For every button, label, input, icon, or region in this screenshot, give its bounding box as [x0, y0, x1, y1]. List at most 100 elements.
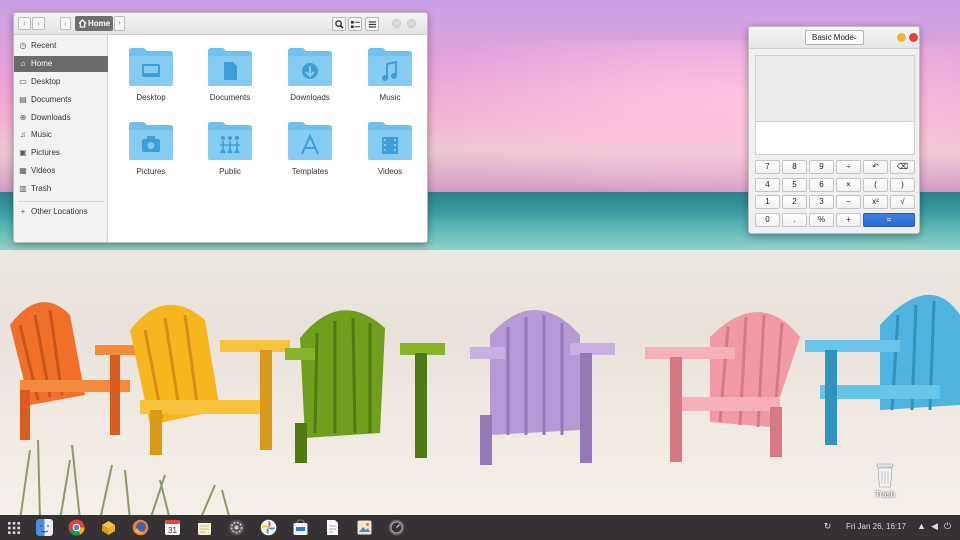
system-monitor-icon[interactable]: [388, 519, 405, 536]
breadcrumb-home-label: Home: [88, 19, 111, 28]
key-7[interactable]: 7: [755, 160, 780, 174]
folder-label: Documents: [209, 93, 251, 102]
key-equals[interactable]: =: [863, 213, 915, 227]
close-button[interactable]: [407, 19, 416, 28]
key-3[interactable]: 3: [809, 195, 834, 209]
sidebar-item-desktop[interactable]: ▭ Desktop: [14, 74, 108, 90]
pink-chair: [645, 312, 800, 462]
finder-icon[interactable]: [36, 519, 53, 536]
text-editor-icon[interactable]: [324, 519, 341, 536]
folder-label: Pictures: [136, 167, 166, 176]
desktop-trash-label: Trash: [874, 490, 896, 499]
calendar-icon[interactable]: 31: [164, 519, 181, 536]
folder-downloads[interactable]: Downloads: [274, 47, 346, 113]
network-icon[interactable]: ▲: [916, 521, 927, 532]
key-undo[interactable]: ↶: [863, 160, 888, 174]
sidebar-item-home[interactable]: ⌂ Home: [14, 56, 108, 72]
volume-icon[interactable]: ◀: [929, 521, 940, 532]
refresh-icon[interactable]: ↻: [822, 521, 833, 532]
chevron-down-icon: ⌄: [852, 34, 858, 41]
key-4[interactable]: 4: [755, 178, 780, 192]
search-button[interactable]: [332, 17, 346, 31]
minimize-button[interactable]: [392, 19, 401, 28]
file-manager-headerbar: ‹ › ‹ Home ›: [14, 13, 427, 35]
key-close-paren[interactable]: ): [890, 178, 915, 192]
key-sqrt[interactable]: √: [890, 195, 915, 209]
back-button[interactable]: ‹: [18, 17, 31, 30]
sidebar-item-music[interactable]: ♫ Music: [14, 127, 108, 143]
clock[interactable]: Fri Jan 26, 16:17: [846, 522, 906, 531]
key-add[interactable]: +: [836, 213, 861, 227]
trash-icon: ▥: [19, 184, 27, 193]
key-8[interactable]: 8: [782, 160, 807, 174]
downloads-folder-icon: [288, 48, 332, 86]
key-5[interactable]: 5: [782, 178, 807, 192]
desktop-trash[interactable]: Trash: [868, 462, 902, 499]
folder-label: Desktop: [136, 93, 166, 102]
key-percent[interactable]: %: [809, 213, 834, 227]
package-icon[interactable]: [100, 519, 117, 536]
folder-templates[interactable]: Templates: [274, 121, 346, 187]
breadcrumb-home[interactable]: Home: [75, 16, 113, 31]
key-1[interactable]: 1: [755, 195, 780, 209]
sidebar-item-label: Downloads: [31, 113, 71, 122]
sidebar-item-label: Home: [31, 59, 53, 68]
chrome-icon[interactable]: [68, 519, 85, 536]
folder-music[interactable]: Music: [354, 47, 426, 113]
calculator-display[interactable]: [755, 121, 915, 155]
sidebar-item-label: Recent: [31, 41, 57, 50]
folder-documents[interactable]: Documents: [194, 47, 266, 113]
sidebar-item-trash[interactable]: ▥ Trash: [14, 181, 108, 197]
power-icon[interactable]: ⏻: [942, 521, 953, 532]
sidebar-item-label: Desktop: [31, 77, 61, 86]
key-square[interactable]: x²: [863, 195, 888, 209]
key-6[interactable]: 6: [809, 178, 834, 192]
key-subtract[interactable]: −: [836, 195, 861, 209]
downloads-icon: ⊕: [19, 113, 27, 122]
calculator-window: Basic Mode ⌄ 7 8 9 ÷ ↶ ⌫ 4 5 6 × ( ) 1 2…: [748, 26, 920, 234]
view-toggle-button[interactable]: [348, 17, 362, 31]
key-9[interactable]: 9: [809, 160, 834, 174]
settings-icon[interactable]: [228, 519, 245, 536]
key-divide[interactable]: ÷: [836, 160, 861, 174]
sidebar-item-label: Videos: [31, 166, 56, 175]
image-viewer-icon[interactable]: [356, 519, 373, 536]
close-button[interactable]: [909, 33, 918, 42]
key-2[interactable]: 2: [782, 195, 807, 209]
sidebar-item-recent[interactable]: ◷ Recent: [14, 38, 108, 54]
folder-public[interactable]: Public: [194, 121, 266, 187]
sidebar-item-label: Music: [31, 130, 52, 139]
sidebar-item-other-locations[interactable]: + Other Locations: [14, 204, 108, 220]
menu-button[interactable]: [365, 17, 379, 31]
key-open-paren[interactable]: (: [863, 178, 888, 192]
folder-pictures[interactable]: Pictures: [115, 121, 187, 187]
folder-label: Public: [219, 167, 241, 176]
sidebar-item-pictures[interactable]: ▣ Pictures: [14, 145, 108, 161]
sidebar-item-label: Other Locations: [31, 207, 88, 216]
breadcrumb-left-button[interactable]: ‹: [60, 17, 71, 30]
music-icon: ♫: [20, 130, 26, 139]
trash-icon: [876, 463, 894, 488]
photos-icon[interactable]: [260, 519, 277, 536]
folder-desktop[interactable]: Desktop: [115, 47, 187, 113]
key-0[interactable]: 0: [755, 213, 780, 227]
key-multiply[interactable]: ×: [836, 178, 861, 192]
store-icon[interactable]: [292, 519, 309, 536]
app-grid-icon[interactable]: [8, 522, 20, 534]
minimize-button[interactable]: [897, 33, 906, 42]
notes-icon[interactable]: [196, 519, 213, 536]
breadcrumb-right-button[interactable]: ›: [114, 16, 125, 31]
mode-selector[interactable]: Basic Mode ⌄: [805, 30, 864, 45]
sidebar-item-downloads[interactable]: ⊕ Downloads: [14, 110, 108, 126]
key-backspace[interactable]: ⌫: [890, 160, 915, 174]
key-decimal[interactable]: .: [782, 213, 807, 227]
videos-icon: ▦: [19, 166, 27, 175]
forward-button[interactable]: ›: [32, 17, 45, 30]
firefox-icon[interactable]: [132, 519, 149, 536]
folder-label: Music: [379, 93, 401, 102]
folder-videos[interactable]: Videos: [354, 121, 426, 187]
sidebar-item-label: Trash: [31, 184, 52, 193]
sidebar-item-videos[interactable]: ▦ Videos: [14, 163, 108, 179]
plus-icon: +: [20, 207, 26, 216]
sidebar-item-documents[interactable]: ▤ Documents: [14, 92, 108, 108]
